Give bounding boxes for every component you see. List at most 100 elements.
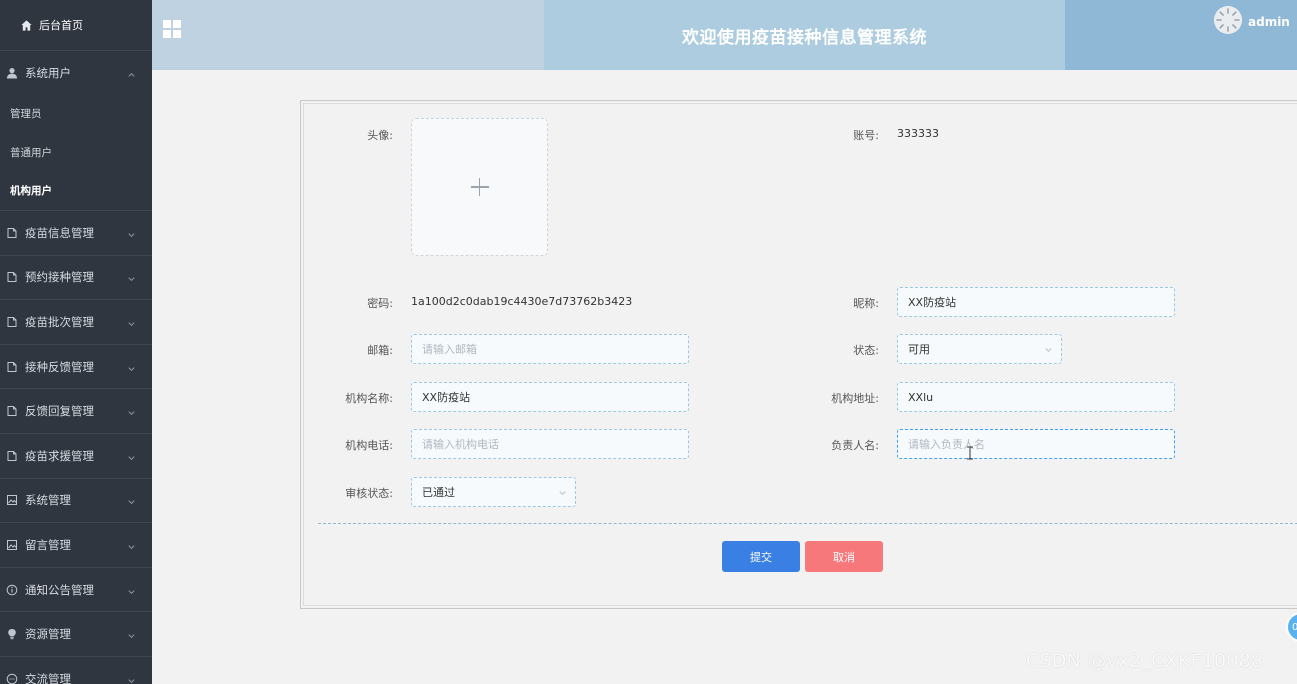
sidebar-group: 通知公告管理 <box>0 568 152 613</box>
sidebar-group: 疫苗批次管理 <box>0 300 152 345</box>
top-header: 欢迎使用疫苗接种信息管理系统 admin <box>152 0 1297 70</box>
chevron-down-icon <box>127 674 136 683</box>
sidebar: 后台首页 系统用户 管理员 普通用户 机构用户 疫苗信息管理预约接种管理 疫苗批次… <box>0 0 152 684</box>
form-divider <box>318 523 1297 524</box>
sidebar-item-admin[interactable]: 管理员 <box>0 95 152 134</box>
chevron-down-icon <box>127 496 136 505</box>
sidebar-group-toggle[interactable]: 疫苗批次管理 <box>0 300 152 344</box>
status-select[interactable]: 可用 <box>897 334 1062 364</box>
document-icon <box>6 316 18 328</box>
manager-input[interactable]: 请输入负责人名 <box>897 429 1175 459</box>
review-status-select[interactable]: 已通过 <box>411 477 576 507</box>
sidebar-group-toggle[interactable]: 资源管理 <box>0 612 152 656</box>
avatar-upload[interactable] <box>411 118 548 256</box>
sidebar-group-label: 疫苗求援管理 <box>25 448 94 463</box>
sidebar-group-label: 接种反馈管理 <box>25 359 94 374</box>
sidebar-group-label: 系统管理 <box>25 493 71 508</box>
org-phone-input[interactable]: 请输入机构电话 <box>411 429 689 459</box>
sidebar-group-toggle[interactable]: 系统管理 <box>0 479 152 523</box>
sidebar-group: 疫苗信息管理 <box>0 211 152 256</box>
picture-icon <box>6 539 18 551</box>
watermark: CSDN @vx2_CXKF10088 <box>1026 650 1264 672</box>
chevron-down-icon <box>127 273 136 282</box>
floating-button-label: 0 <box>1292 621 1297 633</box>
chevron-down-icon <box>558 488 567 497</box>
org-phone-placeholder: 请输入机构电话 <box>422 438 499 451</box>
sidebar-group: 留言管理 <box>0 523 152 568</box>
home-icon <box>20 19 33 32</box>
review-status-value: 已通过 <box>422 486 455 499</box>
info-icon <box>6 584 18 596</box>
sidebar-group: 系统管理 <box>0 479 152 524</box>
manager-label: 负责人名: <box>831 439 879 452</box>
chevron-down-icon <box>127 228 136 238</box>
sidebar-group-label: 疫苗批次管理 <box>25 315 94 330</box>
document-icon <box>6 271 18 283</box>
sidebar-group-toggle[interactable]: 疫苗信息管理 <box>0 211 152 255</box>
sidebar-group: 反馈回复管理 <box>0 389 152 435</box>
sidebar-group: 预约接种管理 <box>0 256 152 301</box>
org-address-input-value: XXlu <box>908 390 934 404</box>
status-label: 状态: <box>853 344 879 357</box>
org-name-label: 机构名称: <box>345 392 393 405</box>
password-label: 密码: <box>367 297 393 310</box>
chevron-down-icon <box>127 362 136 371</box>
sidebar-item-org-user[interactable]: 机构用户 <box>0 172 152 211</box>
submit-button[interactable]: 提交 <box>722 541 800 572</box>
sidebar-item-label: 普通用户 <box>10 146 52 159</box>
sidebar-group-system-users-toggle[interactable]: 系统用户 <box>0 51 152 95</box>
sidebar-group-label: 交流管理 <box>25 671 71 684</box>
sidebar-group-toggle[interactable]: 留言管理 <box>0 523 152 567</box>
sidebar-item-label: 机构用户 <box>10 185 52 198</box>
sidebar-group-label: 反馈回复管理 <box>25 404 94 419</box>
floating-action-button[interactable]: 0 <box>1286 612 1297 642</box>
sidebar-group-toggle[interactable]: 接种反馈管理 <box>0 345 152 389</box>
user-icon <box>6 67 18 79</box>
chevron-down-icon <box>127 451 136 460</box>
sidebar-group-toggle[interactable]: 疫苗求援管理 <box>0 434 152 478</box>
avatar[interactable] <box>1214 6 1242 34</box>
sidebar-group-label: 通知公告管理 <box>25 582 94 597</box>
chevron-down-icon <box>127 318 136 327</box>
sidebar-group-label: 预约接种管理 <box>25 270 94 285</box>
org-address-input[interactable]: XXlu <box>897 382 1175 412</box>
page-title: 欢迎使用疫苗接种信息管理系统 <box>682 27 927 48</box>
nickname-input[interactable]: XX防疫站 <box>897 287 1175 317</box>
document-icon <box>6 227 18 239</box>
document-icon <box>6 450 18 462</box>
document-icon <box>6 361 18 373</box>
review-status-label: 审核状态: <box>345 487 393 500</box>
sidebar-group-toggle[interactable]: 反馈回复管理 <box>0 389 152 433</box>
status-select-value: 可用 <box>908 343 930 356</box>
org-name-input[interactable]: XX防疫站 <box>411 382 689 412</box>
chevron-down-icon <box>127 541 136 550</box>
nickname-input-value: XX防疫站 <box>908 296 957 309</box>
grid-menu-icon[interactable] <box>163 20 181 38</box>
chevron-down-icon <box>127 630 136 639</box>
cancel-button[interactable]: 取消 <box>805 541 883 572</box>
account-label: 账号: <box>853 129 879 142</box>
chat-icon <box>6 673 18 684</box>
chevron-down-icon <box>127 585 136 594</box>
username[interactable]: admin <box>1248 15 1290 29</box>
org-address-label: 机构地址: <box>831 392 879 405</box>
org-name-input-value: XX防疫站 <box>422 391 471 404</box>
sidebar-group: 接种反馈管理 <box>0 345 152 390</box>
sidebar-group-toggle[interactable]: 交流管理 <box>0 657 152 684</box>
chevron-down-icon <box>127 407 136 416</box>
sidebar-group-toggle[interactable]: 预约接种管理 <box>0 256 152 300</box>
chevron-down-icon <box>1044 345 1053 354</box>
header-center: 欢迎使用疫苗接种信息管理系统 <box>544 0 1065 70</box>
edit-form-card: 头像: 账号: 333333 密码: 1a100d2c0dab19c4430e7… <box>300 100 1297 609</box>
header-right: admin <box>1065 0 1297 70</box>
sidebar-group-label: 系统用户 <box>25 65 71 80</box>
sidebar-group-system-users: 系统用户 管理员 普通用户 机构用户 <box>0 50 152 212</box>
email-placeholder: 请输入邮箱 <box>422 343 477 356</box>
sidebar-home[interactable]: 后台首页 <box>0 0 152 50</box>
email-input[interactable]: 请输入邮箱 <box>411 334 689 364</box>
plus-icon <box>470 178 489 196</box>
sidebar-group-toggle[interactable]: 通知公告管理 <box>0 568 152 612</box>
sidebar-item-normal-user[interactable]: 普通用户 <box>0 133 152 172</box>
avatar-label: 头像: <box>367 129 393 142</box>
sidebar-group: 资源管理 <box>0 612 152 658</box>
